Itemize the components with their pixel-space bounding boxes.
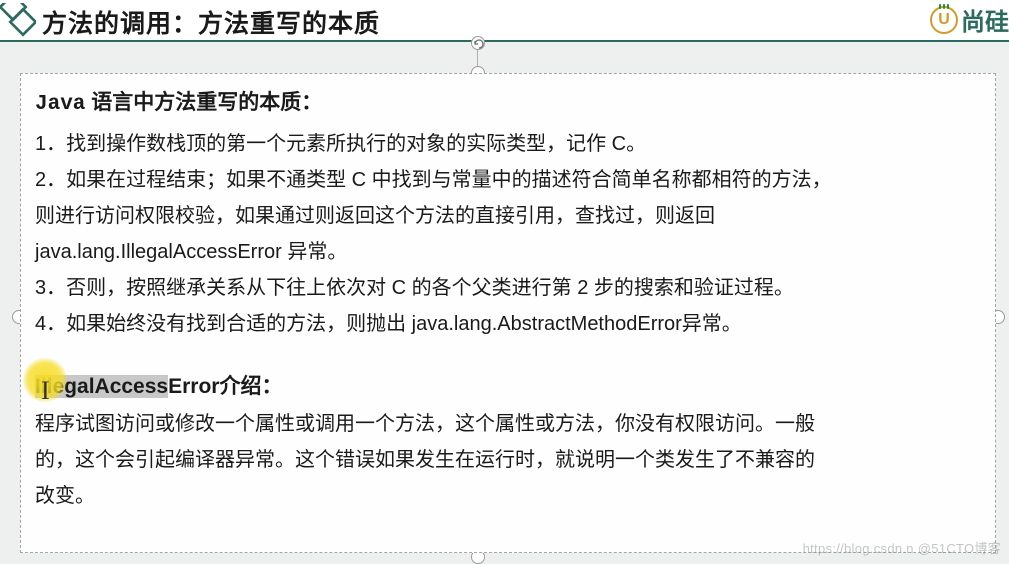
item-1: 1．找到操作数栈顶的第一个元素所执行的对象的实际类型，记作 C。 bbox=[35, 126, 981, 162]
item-2-line-a: 2．如果在过程结束；如果不通类型 C 中找到与常量中的描述符合简单名称都相符的方… bbox=[35, 162, 981, 198]
title-rest: 语言中方法重写的本质： bbox=[85, 91, 322, 114]
text-box[interactable]: Java 语言中方法重写的本质： 1．找到操作数栈顶的第一个元素所执行的对象的实… bbox=[20, 73, 996, 553]
diamond-icon bbox=[0, 3, 36, 41]
title-2-rest: Error介绍： bbox=[168, 375, 282, 398]
brand-logo: U 尚硅 bbox=[930, 2, 1009, 37]
rotate-handle[interactable] bbox=[471, 36, 485, 50]
item-3: 3．否则，按照继承关系从下往上依次对 C 的各个父类进行第 2 步的搜索和验证过… bbox=[35, 270, 981, 306]
section-1-title: Java 语言中方法重写的本质： bbox=[35, 84, 981, 124]
section-2: I IllegalAccessError介绍： 程序试图访问或修改一个属性或调用… bbox=[35, 368, 981, 514]
item-2-line-c: java.lang.IllegalAccessError 异常。 bbox=[35, 234, 981, 270]
page-title: 方法的调用：方法重写的本质 bbox=[42, 4, 380, 40]
logo-text: 尚硅 bbox=[961, 2, 1009, 37]
body-line-2: 的，这个会引起编译器异常。这个错误如果发生在运行时，就说明一个类发生了不兼容的 bbox=[35, 442, 981, 478]
watermark: https://blog.csdn.n @51CTO博客 bbox=[803, 538, 1001, 557]
item-4: 4．如果始终没有找到合适的方法，则抛出 java.lang.AbstractMe… bbox=[35, 306, 981, 342]
item-2-line-b: 则进行访问权限校验，如果通过则返回这个方法的直接引用，查找过，则返回 bbox=[35, 198, 981, 234]
body-line-1: 程序试图访问或修改一个属性或调用一个方法，这个属性或方法，你没有权限访问。一般 bbox=[35, 406, 981, 442]
body-line-3: 改变。 bbox=[35, 478, 981, 514]
header: 方法的调用：方法重写的本质 U 尚硅 bbox=[0, 0, 1009, 42]
logo-u-icon: U bbox=[930, 6, 958, 34]
title-prefix: Java bbox=[35, 93, 85, 116]
text-cursor-icon: I bbox=[41, 368, 50, 415]
section-2-title: IllegalAccessError介绍： bbox=[35, 368, 981, 406]
